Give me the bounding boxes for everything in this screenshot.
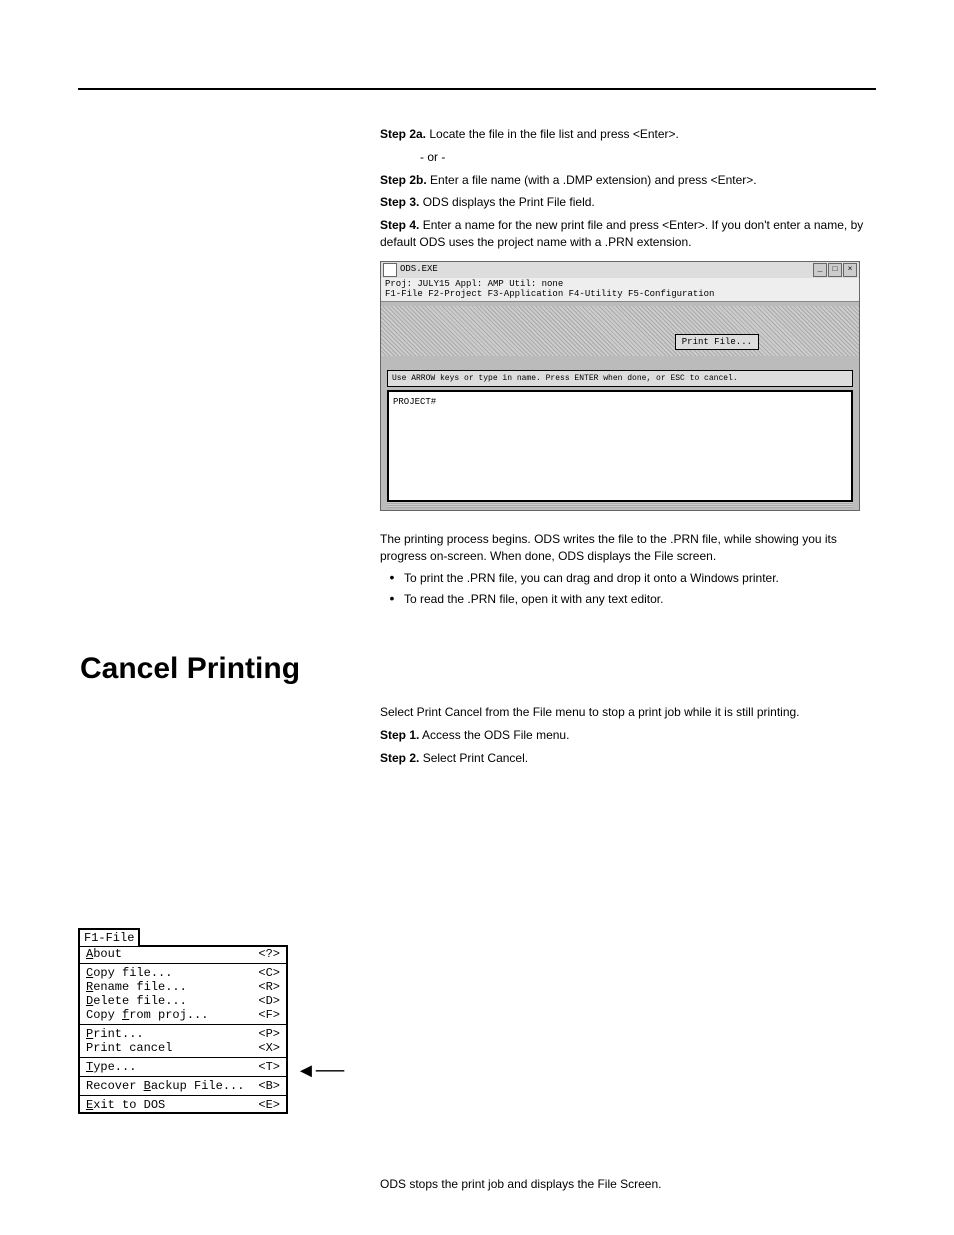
file-menu: About <?> Copy file... <C> Rename file... <R>…: [78, 945, 288, 1114]
status-bar: Proj: JULY15 Appl: AMP Util: none F1-Fil…: [381, 278, 859, 302]
menu-item-shortcut: <P>: [258, 1027, 280, 1041]
menu-item-shortcut: <R>: [258, 980, 280, 994]
menu-item-label: Type...: [86, 1060, 136, 1074]
menu-divider: [80, 1057, 286, 1058]
menu-item-shortcut: <F>: [258, 1008, 280, 1022]
menu-item[interactable]: Exit to DOS <E>: [80, 1098, 286, 1112]
menu-item[interactable]: Rename file... <R>: [80, 980, 286, 994]
menu-item-shortcut: <T>: [258, 1060, 280, 1074]
step2a-text: Locate the file in the file list and pre…: [429, 127, 678, 141]
step4-label: Step 4.: [380, 218, 419, 232]
file-menu-container: F1-File About<?>Copy file...<C>Rename fi…: [78, 930, 288, 1114]
dos-window: ODS.EXE _ □ × Proj: JULY15 Appl: AMP Uti…: [380, 261, 860, 511]
cancel-intro: Select Print Cancel from the File menu t…: [380, 704, 876, 721]
menu-item[interactable]: Type... <T>: [80, 1060, 286, 1074]
menu-item-label: Exit to DOS: [86, 1098, 165, 1112]
step3-text: ODS displays the Print File field.: [423, 195, 595, 209]
menu-item[interactable]: Print cancel <X>: [80, 1041, 286, 1055]
bullet-icon: •: [380, 591, 404, 605]
window-title: ODS.EXE: [400, 263, 812, 276]
menu-item-label: Copy from proj...: [86, 1008, 208, 1022]
menu-item[interactable]: About <?>: [80, 947, 286, 961]
menu-item[interactable]: Recover Backup File... <B>: [80, 1079, 286, 1093]
menu-divider: [80, 1024, 286, 1025]
bullet2: To read the .PRN file, open it with any …: [404, 591, 876, 608]
file-list[interactable]: PROJECT#: [387, 390, 853, 502]
list-item[interactable]: PROJECT#: [393, 396, 847, 409]
menu-item-label: Rename file...: [86, 980, 187, 994]
cancel-step2-label: Step 2.: [380, 751, 419, 765]
menu-item-shortcut: <B>: [258, 1079, 280, 1093]
print-file-button[interactable]: Print File...: [675, 334, 759, 351]
menu-divider: [80, 1095, 286, 1096]
bullet1: To print the .PRN file, you can drag and…: [404, 570, 876, 587]
bottom-bar: [387, 502, 853, 508]
arrow-icon: ◄──: [296, 1060, 344, 1083]
file-menu-tab[interactable]: F1-File: [78, 928, 140, 946]
step2b-text: Enter a file name (with a .DMP extension…: [430, 173, 757, 187]
menu-item-shortcut: <D>: [258, 994, 280, 1008]
menu-item-shortcut: <X>: [258, 1041, 280, 1055]
menu-item[interactable]: Print... <P>: [80, 1027, 286, 1041]
maximize-button[interactable]: □: [828, 263, 842, 277]
step4-text: Enter a name for the new print file and …: [380, 218, 863, 249]
menu-item[interactable]: Copy file... <C>: [80, 966, 286, 980]
bullet-icon: •: [380, 570, 404, 584]
status-line1: Proj: JULY15 Appl: AMP Util: none: [385, 279, 855, 289]
menu-item-label: Print cancel: [86, 1041, 172, 1055]
section-title-cancel: Cancel Printing: [80, 648, 876, 690]
menu-item-label: Delete file...: [86, 994, 187, 1008]
step2a-label: Step 2a.: [380, 127, 426, 141]
menu-item-shortcut: <?>: [258, 947, 280, 961]
after-menu-text: ODS stops the print job and displays the…: [380, 1176, 876, 1193]
or-text: - or -: [420, 150, 445, 164]
menu-item-shortcut: <E>: [258, 1098, 280, 1112]
menu-divider: [80, 1076, 286, 1077]
close-button[interactable]: ×: [843, 263, 857, 277]
menu-divider: [80, 963, 286, 964]
step2b-label: Step 2b.: [380, 173, 427, 187]
menu-item-label: Print...: [86, 1027, 144, 1041]
menu-item-shortcut: <C>: [258, 966, 280, 980]
background-pattern: [381, 306, 859, 356]
menu-item-label: About: [86, 947, 122, 961]
help-bar: Use ARROW keys or type in name. Press EN…: [387, 370, 853, 387]
menu-item[interactable]: Delete file... <D>: [80, 994, 286, 1008]
menu-item-label: Copy file...: [86, 966, 172, 980]
app-icon: [383, 263, 397, 277]
menu-item-label: Recover Backup File...: [86, 1079, 244, 1093]
cancel-step1-text: Access the ODS File menu.: [422, 728, 569, 742]
header-rule: [78, 88, 876, 90]
menu-item[interactable]: Copy from proj... <F>: [80, 1008, 286, 1022]
minimize-button[interactable]: _: [813, 263, 827, 277]
cancel-step2-text: Select Print Cancel.: [423, 751, 528, 765]
status-line2: F1-File F2-Project F3-Application F4-Uti…: [385, 289, 855, 299]
after-para1: The printing process begins. ODS writes …: [380, 531, 876, 565]
cancel-step1-label: Step 1.: [380, 728, 419, 742]
titlebar: ODS.EXE _ □ ×: [381, 262, 859, 279]
step3-label: Step 3.: [380, 195, 419, 209]
